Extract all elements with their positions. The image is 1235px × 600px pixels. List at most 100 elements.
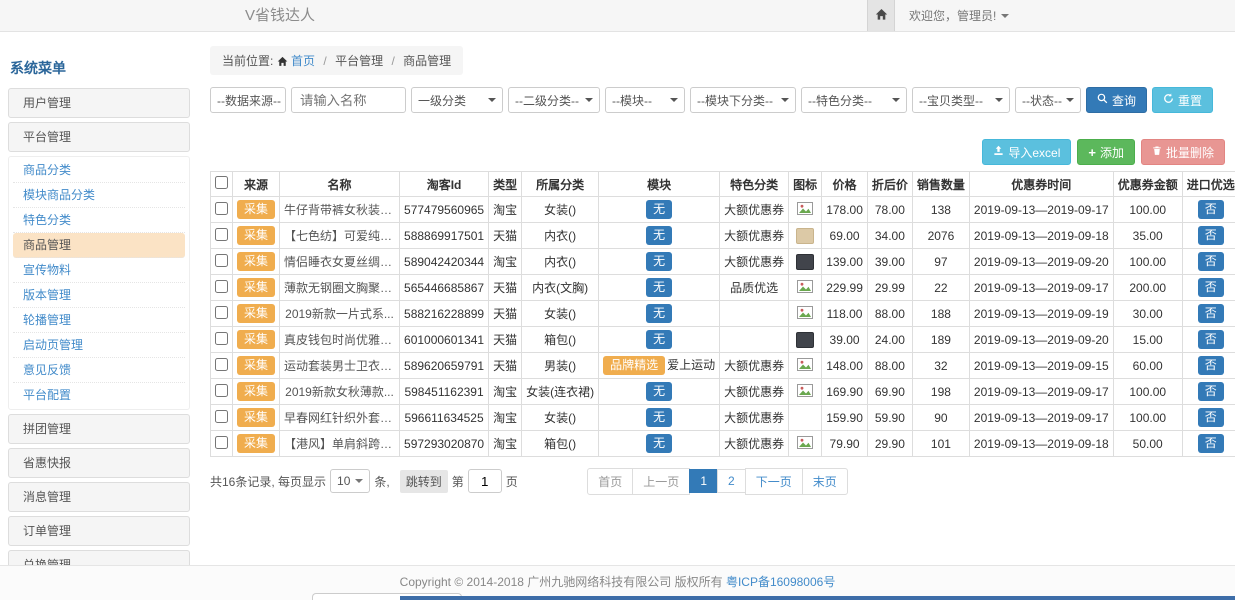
sidebar-item[interactable]: 模块商品分类: [13, 183, 185, 208]
import-select-toggle[interactable]: 否: [1198, 200, 1224, 219]
import-select-toggle[interactable]: 否: [1198, 356, 1224, 375]
sidebar-group[interactable]: 用户管理: [8, 88, 190, 118]
name-search-input[interactable]: [291, 87, 406, 113]
jump-to-page-button[interactable]: 跳转到: [400, 470, 448, 493]
product-thumbnail: [796, 228, 814, 244]
cell-icon: [789, 405, 822, 431]
module-subcategory-select[interactable]: --模块下分类--: [690, 87, 796, 113]
feature-category-select[interactable]: --特色分类--: [801, 87, 907, 113]
user-menu[interactable]: 欢迎您，管理员!: [909, 7, 1009, 24]
row-checkbox[interactable]: [215, 202, 228, 215]
icp-link[interactable]: 粤ICP备16098006号: [726, 575, 835, 589]
cell-taoke-id: 601000601341: [400, 327, 489, 353]
breadcrumb-home-link[interactable]: 首页: [291, 54, 315, 68]
module-none-badge: 无: [646, 330, 672, 349]
status-select[interactable]: --状态--: [1015, 87, 1081, 113]
cell-module: 品牌精选爱上运动: [599, 353, 720, 379]
level1-category-select[interactable]: 一级分类: [411, 87, 503, 113]
import-select-toggle[interactable]: 否: [1198, 252, 1224, 271]
table-header-row: 来源名称淘客Id类型所属分类模块特色分类图标价格折后价销售数量优惠券时间优惠券金…: [211, 172, 1235, 197]
row-checkbox[interactable]: [215, 410, 228, 423]
sidebar-item[interactable]: 平台配置: [13, 383, 185, 408]
cell-import-select: 否: [1182, 301, 1235, 327]
copyright-text: Copyright © 2014-2018 广州九驰网络科技有限公司 版权所有: [400, 575, 723, 589]
search-button[interactable]: 查询: [1086, 87, 1147, 113]
data-source-select[interactable]: --数据来源--: [210, 87, 286, 113]
pagination-link[interactable]: 末页: [802, 468, 848, 495]
home-icon: [277, 54, 291, 68]
sidebar-group[interactable]: 消息管理: [8, 482, 190, 512]
chevron-down-icon: [285, 98, 286, 102]
pagination-link[interactable]: 1: [689, 469, 718, 493]
row-checkbox[interactable]: [215, 358, 228, 371]
import-select-toggle[interactable]: 否: [1198, 304, 1224, 323]
cell-taoke-id: 598451162391: [400, 379, 489, 405]
import-excel-button[interactable]: 导入excel: [982, 139, 1071, 165]
cell-price: 69.00: [822, 223, 868, 249]
header-cell: 淘客Id: [400, 172, 489, 197]
import-select-toggle[interactable]: 否: [1198, 382, 1224, 401]
cell-module: 无: [599, 327, 720, 353]
sidebar-group[interactable]: 平台管理: [8, 122, 190, 152]
sidebar-group[interactable]: 订单管理: [8, 516, 190, 546]
cell-feature-category: 大额优惠券: [720, 405, 789, 431]
sidebar-group[interactable]: 兑换管理: [8, 550, 190, 565]
select-all-checkbox[interactable]: [215, 176, 228, 189]
import-select-toggle[interactable]: 否: [1198, 226, 1224, 245]
sidebar-group[interactable]: 省惠快报: [8, 448, 190, 478]
page-number-input[interactable]: [468, 469, 502, 493]
cell-product-name: 【港风】单肩斜跨链条...: [280, 431, 400, 457]
sidebar-item[interactable]: 特色分类: [13, 208, 185, 233]
pagination-link[interactable]: 下一页: [745, 468, 803, 495]
cell-source: 采集: [233, 249, 280, 275]
cell-icon: [789, 197, 822, 223]
cell-coupon-time: 2019-09-13—2019-09-15: [969, 353, 1113, 379]
cell-source: 采集: [233, 301, 280, 327]
sidebar-item[interactable]: 意见反馈: [13, 358, 185, 383]
cell-taoke-id: 589042420344: [400, 249, 489, 275]
sidebar-item[interactable]: 商品管理: [13, 233, 185, 258]
row-checkbox[interactable]: [215, 436, 228, 449]
sidebar-item[interactable]: 版本管理: [13, 283, 185, 308]
broken-image-icon: [797, 308, 813, 322]
cell-category: 内衣(文胸): [522, 275, 599, 301]
jump-suffix: 页: [506, 473, 518, 490]
import-select-toggle[interactable]: 否: [1198, 434, 1224, 453]
reset-button[interactable]: 重置: [1152, 87, 1213, 113]
row-checkbox[interactable]: [215, 228, 228, 241]
level2-category-select[interactable]: --二级分类--: [508, 87, 600, 113]
sidebar-item[interactable]: 轮播管理: [13, 308, 185, 333]
source-badge: 采集: [237, 278, 275, 297]
row-checkbox[interactable]: [215, 280, 228, 293]
row-checkbox[interactable]: [215, 306, 228, 319]
import-select-toggle[interactable]: 否: [1198, 330, 1224, 349]
pagination-link[interactable]: 上一页: [632, 468, 690, 495]
row-checkbox[interactable]: [215, 254, 228, 267]
module-none-badge: 无: [646, 252, 672, 271]
add-button[interactable]: + 添加: [1077, 139, 1135, 165]
row-checkbox[interactable]: [215, 332, 228, 345]
import-select-toggle[interactable]: 否: [1198, 408, 1224, 427]
sidebar-item[interactable]: 启动页管理: [13, 333, 185, 358]
pagination-link[interactable]: 2: [717, 469, 746, 493]
filter-bar: --数据来源-- 一级分类--二级分类----模块----模块下分类----特色分…: [210, 87, 1225, 113]
item-type-select[interactable]: --宝贝类型--: [912, 87, 1010, 113]
header-cell: 名称: [280, 172, 400, 197]
module-none-badge: 无: [646, 304, 672, 323]
module-select[interactable]: --模块--: [605, 87, 685, 113]
source-badge: 采集: [237, 356, 275, 375]
sidebar-group[interactable]: 拼团管理: [8, 414, 190, 444]
per-page-select[interactable]: 10: [330, 469, 370, 493]
row-checkbox[interactable]: [215, 384, 228, 397]
home-button[interactable]: [867, 0, 895, 31]
import-select-toggle[interactable]: 否: [1198, 278, 1224, 297]
batch-delete-button[interactable]: 批量删除: [1141, 139, 1225, 165]
pagination-link[interactable]: 首页: [587, 468, 633, 495]
cell-import-select: 否: [1182, 379, 1235, 405]
sidebar-item[interactable]: 宣传物料: [13, 258, 185, 283]
sidebar-item[interactable]: 商品分类: [13, 158, 185, 183]
cell-discount-price: 29.99: [867, 275, 912, 301]
cell-checkbox: [211, 223, 233, 249]
bottom-blue-strip: [400, 596, 1235, 600]
cell-type: 淘宝: [489, 379, 522, 405]
